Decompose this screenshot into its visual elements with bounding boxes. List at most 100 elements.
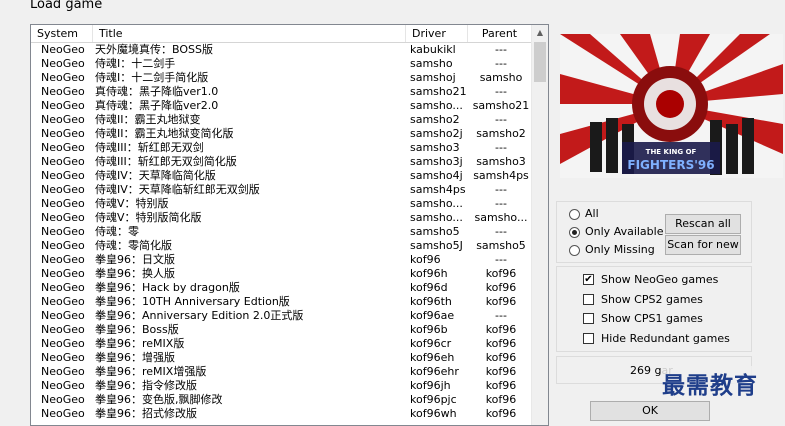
cell-driver: kabukikl	[410, 43, 456, 56]
scan-new-button[interactable]: Scan for new	[665, 235, 741, 255]
cell-driver: samsho...	[410, 211, 463, 224]
radio-all-icon[interactable]	[569, 209, 580, 220]
cell-parent: kof96	[485, 365, 517, 378]
cell-parent: ---	[495, 57, 507, 70]
cell-title: 真侍魂：黑子降临ver2.0	[95, 99, 219, 112]
cell-driver: samsho5J	[410, 239, 463, 252]
checkbox-icon[interactable]	[583, 313, 594, 324]
cell-driver: kof96	[410, 253, 441, 266]
cell-driver: kof96wh	[410, 407, 457, 420]
cell-system: NeoGeo	[41, 183, 85, 196]
cell-title: 天外魔境真传：BOSS版	[95, 43, 213, 56]
cell-system: NeoGeo	[41, 309, 85, 322]
scrollbar-thumb[interactable]	[534, 42, 546, 82]
cell-parent: ---	[495, 197, 507, 210]
options-group: ✔ Show NeoGeo games Show CPS2 games Show CP…	[556, 266, 752, 352]
table-row[interactable]: NeoGeo 侍魂：零简化版 samsho5J samsho5	[31, 239, 531, 253]
table-row[interactable]: NeoGeo 拳皇96：10TH Anniversary Edtion版 kof96…	[31, 295, 531, 309]
cell-parent: kof96	[485, 337, 517, 350]
kof96-title-art: THE KING OF FIGHTERS'96	[560, 34, 783, 178]
checkbox-icon[interactable]: ✔	[583, 274, 594, 285]
table-row[interactable]: NeoGeo 拳皇96：变色版,飘脚修改 kof96pjc kof96	[31, 393, 531, 407]
column-header-title[interactable]: Title	[93, 25, 406, 42]
cell-title: 拳皇96：招式修改版	[95, 407, 197, 420]
list-scrollbar[interactable]: ▲	[531, 25, 548, 425]
cell-parent: ---	[495, 253, 507, 266]
cell-title: 侍魂IV：天草降临简化版	[95, 169, 216, 182]
radio-missing-icon[interactable]	[569, 245, 580, 256]
cell-driver: samsho4j	[410, 169, 463, 182]
list-header: System Title Driver Parent	[31, 25, 532, 43]
cell-driver: samsh4ps	[410, 183, 466, 196]
logo-line2: FIGHTERS'96	[627, 158, 714, 172]
cell-title: 拳皇96：增强版	[95, 351, 175, 364]
table-row[interactable]: NeoGeo 侍魂I：十二剑手 samsho ---	[31, 57, 531, 71]
cell-system: NeoGeo	[41, 169, 85, 182]
cell-driver: samsho21	[410, 85, 467, 98]
cell-system: NeoGeo	[41, 365, 85, 378]
table-row[interactable]: NeoGeo 拳皇96：日文版 kof96 ---	[31, 253, 531, 267]
filter-group: All Only Available Only Missing Rescan a…	[556, 201, 752, 263]
table-row[interactable]: NeoGeo 拳皇96：reMIX增强版 kof96ehr kof96	[31, 365, 531, 379]
cell-title: 真侍魂：黑子降临ver1.0	[95, 85, 219, 98]
table-row[interactable]: NeoGeo 天外魔境真传：BOSS版 kabukikl ---	[31, 43, 531, 57]
table-row[interactable]: NeoGeo 拳皇96：Anniversary Edition 2.0正式版 kof…	[31, 309, 531, 323]
table-row[interactable]: NeoGeo 侍魂III：斩红郎无双剑简化版 samsho3j samsho3	[31, 155, 531, 169]
option-label: Show CPS1 games	[601, 312, 703, 325]
table-row[interactable]: NeoGeo 真侍魂：黑子降临ver2.0 samsho... samsho21	[31, 99, 531, 113]
game-list[interactable]: System Title Driver Parent NeoGeo 天外魔境真传：…	[30, 24, 549, 426]
cell-system: NeoGeo	[41, 155, 85, 168]
rescan-all-button[interactable]: Rescan all	[665, 214, 741, 234]
column-header-system[interactable]: System	[31, 25, 93, 42]
table-row[interactable]: NeoGeo 侍魂II：霸王丸地狱变 samsho2 ---	[31, 113, 531, 127]
table-row[interactable]: NeoGeo 侍魂IV：天草降临斩红郎无双剑版 samsh4ps ---	[31, 183, 531, 197]
cell-system: NeoGeo	[41, 71, 85, 84]
cell-title: 拳皇96：Boss版	[95, 323, 179, 336]
table-row[interactable]: NeoGeo 侍魂II：霸王丸地狱变简化版 samsho2j samsho2	[31, 127, 531, 141]
cell-parent: ---	[495, 309, 507, 322]
cell-driver: kof96b	[410, 323, 448, 336]
checkbox-icon[interactable]	[583, 293, 594, 305]
checkbox-icon[interactable]	[583, 332, 594, 344]
cell-system: NeoGeo	[41, 197, 85, 210]
cell-parent: kof96	[485, 267, 517, 280]
cell-system: NeoGeo	[41, 351, 85, 364]
logo-line1: THE KING OF	[646, 148, 697, 156]
table-row[interactable]: NeoGeo 真侍魂：黑子降临ver1.0 samsho21 ---	[31, 85, 531, 99]
cell-parent: ---	[495, 141, 507, 154]
cell-title: 侍魂V：特别版简化版	[95, 211, 202, 224]
table-row[interactable]: NeoGeo 拳皇96：指令修改版 kof96jh kof96	[31, 379, 531, 393]
table-row[interactable]: NeoGeo 侍魂III：斩红郎无双剑 samsho3 ---	[31, 141, 531, 155]
table-row[interactable]: NeoGeo 侍魂：零 samsho5 ---	[31, 225, 531, 239]
table-row[interactable]: NeoGeo 拳皇96：Hack by dragon版 kof96d kof96	[31, 281, 531, 295]
table-row[interactable]: NeoGeo 拳皇96：增强版 kof96eh kof96	[31, 351, 531, 365]
table-row[interactable]: NeoGeo 拳皇96：reMIX版 kof96cr kof96	[31, 337, 531, 351]
cell-title: 侍魂II：霸王丸地狱变简化版	[95, 127, 234, 140]
cell-driver: samsho3j	[410, 155, 463, 168]
table-row[interactable]: NeoGeo 侍魂IV：天草降临简化版 samsho4j samsh4ps	[31, 169, 531, 183]
cell-parent: samsho5	[476, 239, 526, 252]
table-row[interactable]: NeoGeo 侍魂V：特别版 samsho... ---	[31, 197, 531, 211]
cell-driver: kof96ae	[410, 309, 455, 322]
column-header-parent[interactable]: Parent	[468, 25, 532, 42]
radio-available-icon[interactable]	[569, 227, 580, 238]
table-row[interactable]: NeoGeo 拳皇96：换人版 kof96h kof96	[31, 267, 531, 281]
table-row[interactable]: NeoGeo 侍魂V：特别版简化版 samsho... samsho...	[31, 211, 531, 225]
cell-title: 拳皇96：日文版	[95, 253, 175, 266]
cell-system: NeoGeo	[41, 267, 85, 280]
cell-system: NeoGeo	[41, 239, 85, 252]
option-label: Show CPS2 games	[601, 292, 703, 306]
cell-parent: ---	[495, 225, 507, 238]
ok-button[interactable]: OK	[590, 401, 710, 421]
cell-system: NeoGeo	[41, 407, 85, 420]
column-header-driver[interactable]: Driver	[406, 25, 468, 42]
cell-system: NeoGeo	[41, 43, 85, 56]
table-row[interactable]: NeoGeo 侍魂I：十二剑手简化版 samshoj samsho	[31, 71, 531, 85]
table-row[interactable]: NeoGeo 拳皇96：Boss版 kof96b kof96	[31, 323, 531, 337]
cell-parent: kof96	[485, 323, 517, 336]
option-label: Hide Redundant games	[601, 331, 730, 345]
scroll-up-icon[interactable]: ▲	[532, 25, 548, 41]
cell-driver: kof96d	[410, 281, 448, 294]
table-row[interactable]: NeoGeo 拳皇96：招式修改版 kof96wh kof96	[31, 407, 531, 421]
cell-system: NeoGeo	[41, 281, 85, 294]
